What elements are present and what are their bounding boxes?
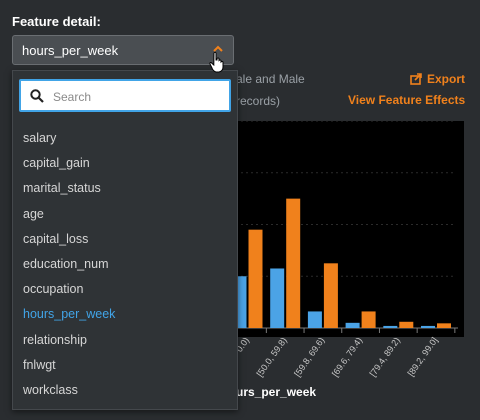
feature-option[interactable]: marital_status <box>13 176 237 201</box>
bar-orange[interactable] <box>437 323 451 328</box>
feature-option[interactable]: capital_gain <box>13 151 237 176</box>
bar-blue[interactable] <box>270 268 285 328</box>
feature-option[interactable]: occupation <box>13 277 237 302</box>
feature-option[interactable]: education_num <box>13 252 237 277</box>
feature-option[interactable]: hours_per_week <box>13 302 237 327</box>
search-input[interactable] <box>51 86 230 108</box>
bar-blue[interactable] <box>383 325 398 328</box>
bar-orange[interactable] <box>248 229 263 328</box>
feature-option-list: salary capital_gain marital_status age capit… <box>13 126 237 403</box>
feature-option[interactable]: salary <box>13 126 237 151</box>
bar-blue[interactable] <box>421 325 435 328</box>
search-box[interactable] <box>19 79 231 112</box>
x-tick-label: [79.4, 89.2) <box>368 335 402 378</box>
x-tick-label: [59.8, 69.6) <box>292 335 326 378</box>
feature-dropdown: salarycapital_gainmarital_statusagecapit… <box>12 70 238 410</box>
bar-orange[interactable] <box>361 311 376 328</box>
feature-option[interactable]: age <box>13 202 237 227</box>
feature-option[interactable]: workclass <box>13 378 237 403</box>
feature-option[interactable]: fnlwgt <box>13 353 237 378</box>
feature-option[interactable]: capital_loss <box>13 227 237 252</box>
x-axis-title: urs_per_week <box>236 385 317 399</box>
bar-blue[interactable] <box>307 311 322 328</box>
search-icon <box>30 89 44 103</box>
bar-orange[interactable] <box>399 321 414 328</box>
hand-cursor-icon <box>209 51 224 73</box>
x-tick-label: [50.0, 59.8) <box>255 335 289 378</box>
feature-option[interactable]: relationship <box>13 328 237 353</box>
bar-blue[interactable] <box>345 322 360 328</box>
x-tick-label: [89.2, 99.0] <box>406 335 440 378</box>
bar-orange[interactable] <box>323 263 338 328</box>
x-tick-label: [69.6, 79.4) <box>330 335 364 378</box>
bar-orange[interactable] <box>286 198 301 328</box>
